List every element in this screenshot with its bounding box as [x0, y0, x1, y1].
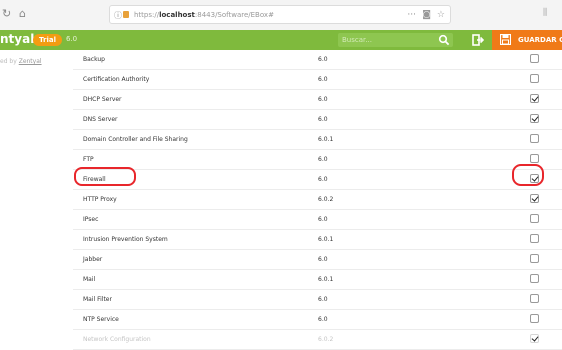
search-box — [338, 33, 453, 47]
pocket-icon[interactable]: ◙ — [422, 6, 431, 25]
module-name: NTP Service — [83, 316, 119, 323]
module-enable-checkbox[interactable] — [530, 154, 539, 163]
table-row: Jabber 6.0 — [73, 250, 562, 270]
browser-toolbar: ↻ ⌂ ⓘ https://localhost:8443/Software/EB… — [0, 0, 562, 31]
table-row: NTP Service 6.0 — [73, 310, 562, 330]
module-name: Backup — [83, 56, 105, 63]
save-button-label: GUARDAR C — [518, 36, 562, 44]
module-name: Certification Authority — [83, 76, 150, 83]
page-actions-icon[interactable]: ··· — [407, 6, 416, 25]
module-enable-checkbox[interactable] — [530, 234, 539, 243]
module-enable-checkbox[interactable] — [530, 194, 539, 203]
module-version: 6.0 — [318, 116, 328, 123]
module-version: 6.0 — [318, 216, 328, 223]
module-name: Mail Filter — [83, 296, 112, 303]
module-name: DNS Server — [83, 116, 118, 123]
module-enable-checkbox[interactable] — [530, 254, 539, 263]
sidebar-caption: ed by Zentyal — [0, 58, 42, 65]
table-row: Firewall 6.0 — [73, 170, 562, 190]
module-name: Intrusion Prevention System — [83, 236, 168, 243]
table-row: HTTP Proxy 6.0.2 — [73, 190, 562, 210]
module-version: 6.0 — [318, 76, 328, 83]
module-version: 6.0 — [318, 96, 328, 103]
module-name: IPsec — [83, 216, 99, 223]
module-version: 6.0.1 — [318, 236, 334, 243]
app-version: 6.0 — [66, 35, 78, 43]
module-name: Mail — [83, 276, 96, 283]
module-version: 6.0.1 — [318, 276, 334, 283]
library-icon[interactable]: ⫼ — [543, 8, 547, 18]
insecure-lock-icon[interactable] — [123, 11, 129, 18]
module-enable-checkbox[interactable] — [530, 314, 539, 323]
app-header: ntyal Trial 6.0 — [0, 30, 562, 50]
zentyal-link[interactable]: Zentyal — [19, 58, 42, 65]
table-row: Backup 6.0 — [73, 50, 562, 70]
module-enable-checkbox[interactable] — [530, 274, 539, 283]
red-annotation-checkbox — [512, 164, 544, 186]
red-annotation-label — [74, 167, 136, 186]
module-name: Jabber — [83, 256, 103, 263]
logout-icon[interactable] — [472, 34, 484, 46]
module-enable-checkbox[interactable] — [530, 294, 539, 303]
module-version: 6.0 — [318, 316, 328, 323]
url-text: https://localhost:8443/Software/EBox# — [134, 11, 274, 19]
address-bar[interactable]: ⓘ https://localhost:8443/Software/EBox# … — [109, 5, 451, 24]
table-row: Domain Controller and File Sharing 6.0.1 — [73, 130, 562, 150]
table-row: DHCP Server 6.0 — [73, 90, 562, 110]
module-name: DHCP Server — [83, 96, 122, 103]
bookmark-star-icon[interactable]: ☆ — [437, 6, 445, 25]
module-version: 6.0.2 — [318, 196, 334, 203]
module-version: 6.0 — [318, 176, 328, 183]
module-version: 6.0 — [318, 156, 328, 163]
module-enable-checkbox[interactable] — [530, 114, 539, 123]
search-input[interactable] — [342, 33, 427, 47]
home-icon[interactable]: ⌂ — [19, 7, 26, 20]
table-row: Mail 6.0.1 — [73, 270, 562, 290]
module-enable-checkbox[interactable] — [530, 214, 539, 223]
module-version: 6.0 — [318, 256, 328, 263]
table-row: Intrusion Prevention System 6.0.1 — [73, 230, 562, 250]
zentyal-logo: ntyal — [0, 32, 35, 46]
module-name: FTP — [83, 156, 94, 163]
module-version: 6.0.1 — [318, 136, 334, 143]
save-changes-button[interactable]: GUARDAR C — [492, 30, 562, 50]
module-name: HTTP Proxy — [83, 196, 117, 203]
floppy-disk-icon — [500, 34, 511, 45]
module-enable-checkbox[interactable] — [530, 334, 539, 343]
module-enable-checkbox[interactable] — [530, 74, 539, 83]
table-row: Certification Authority 6.0 — [73, 70, 562, 90]
info-icon[interactable]: ⓘ — [114, 6, 122, 25]
module-version: 6.0 — [318, 56, 328, 63]
module-enable-checkbox[interactable] — [530, 94, 539, 103]
table-row: Mail Filter 6.0 — [73, 290, 562, 310]
module-version: 6.0.2 — [318, 336, 334, 343]
module-name: Domain Controller and File Sharing — [83, 136, 188, 143]
search-icon[interactable] — [438, 34, 450, 46]
table-row: FTP 6.0 — [73, 150, 562, 170]
sidebar: ed by Zentyal — [0, 50, 73, 296]
reload-icon[interactable]: ↻ — [2, 7, 11, 20]
trial-badge: Trial — [33, 34, 62, 46]
module-version: 6.0 — [318, 296, 328, 303]
table-row: DNS Server 6.0 — [73, 110, 562, 130]
module-enable-checkbox[interactable] — [530, 54, 539, 63]
table-row: IPsec 6.0 — [73, 210, 562, 230]
module-enable-checkbox[interactable] — [530, 134, 539, 143]
module-name: Network Configuration — [83, 336, 151, 343]
table-row: Network Configuration 6.0.2 — [73, 330, 562, 350]
